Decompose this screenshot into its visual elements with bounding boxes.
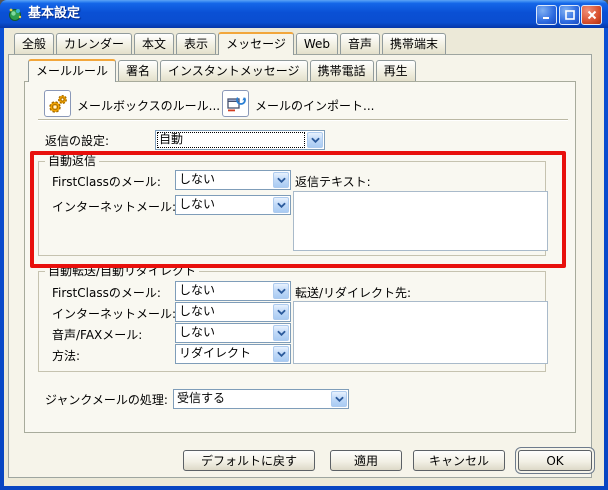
forward-internet-select[interactable]: しない <box>175 302 291 322</box>
maximize-button[interactable] <box>559 5 580 25</box>
forward-firstclass-select[interactable]: しない <box>175 281 291 301</box>
cancel-button[interactable]: キャンセル <box>413 450 505 471</box>
restore-defaults-button[interactable]: デフォルトに戻す <box>183 450 315 471</box>
forward-firstclass-value: しない <box>176 282 272 300</box>
close-button[interactable] <box>581 5 602 25</box>
tab-mobile-device[interactable]: 携帯端末 <box>382 33 446 54</box>
tab-signature[interactable]: 署名 <box>118 60 158 81</box>
tab-body-text[interactable]: 本文 <box>134 33 174 54</box>
mail-import-icon <box>225 93 247 115</box>
tab-display[interactable]: 表示 <box>176 33 216 54</box>
chevron-down-icon[interactable] <box>331 391 347 407</box>
tab-general[interactable]: 全般 <box>14 33 54 54</box>
junk-mail-value: 受信する <box>174 390 330 408</box>
tab-voice[interactable]: 音声 <box>340 33 380 54</box>
auto-reply-firstclass-value: しない <box>176 171 272 189</box>
mailbox-rules-button[interactable] <box>44 90 71 117</box>
minimize-button[interactable] <box>536 5 557 25</box>
minimize-icon <box>542 10 552 20</box>
internet-mail-label: インターネットメール: <box>52 200 176 214</box>
tab-calendar[interactable]: カレンダー <box>56 33 132 54</box>
outer-tab-bar: 全般 カレンダー 本文 表示 メッセージ Web 音声 携帯端末 <box>14 32 446 54</box>
auto-forward-group-title: 自動転送/自動リダイレクト <box>45 264 199 279</box>
voice-fax-mail-label: 音声/FAXメール: <box>52 328 142 342</box>
chevron-down-icon[interactable] <box>307 132 323 148</box>
close-icon <box>587 10 597 20</box>
tab-mobile-phone[interactable]: 携帯電話 <box>310 60 374 81</box>
reply-text-label: 返信テキスト: <box>295 175 371 189</box>
forward-internet-value: しない <box>176 303 272 321</box>
forward-voicefax-select[interactable]: しない <box>175 323 291 343</box>
ok-button[interactable]: OK <box>518 450 592 471</box>
auto-reply-group-title: 自動返信 <box>45 154 99 169</box>
reply-setting-select[interactable]: 自動 <box>155 130 325 150</box>
auto-reply-internet-value: しない <box>176 196 272 214</box>
chevron-down-icon[interactable] <box>273 325 289 341</box>
forward-destination-area[interactable] <box>293 301 548 364</box>
forward-method-select[interactable]: リダイレクト <box>175 344 291 364</box>
auto-reply-firstclass-select[interactable]: しない <box>175 170 291 190</box>
fwd-firstclass-mail-label: FirstClassのメール: <box>52 286 161 300</box>
mail-import-label: メールのインポート... <box>255 99 374 113</box>
app-icon <box>7 6 23 22</box>
auto-reply-internet-select[interactable]: しない <box>175 195 291 215</box>
titlebar: 基本設定 <box>0 0 608 28</box>
chevron-down-icon[interactable] <box>273 346 289 362</box>
chevron-down-icon[interactable] <box>273 197 289 213</box>
chevron-down-icon[interactable] <box>273 283 289 299</box>
tab-playback[interactable]: 再生 <box>376 60 416 81</box>
junk-mail-label: ジャンクメールの処理: <box>45 393 168 407</box>
toolbar-separator <box>38 119 568 121</box>
forward-voicefax-value: しない <box>176 324 272 342</box>
reply-setting-label: 返信の設定: <box>45 134 109 148</box>
forward-destination-label: 転送/リダイレクト先: <box>295 286 411 300</box>
window-title: 基本設定 <box>28 0 80 28</box>
firstclass-mail-label: FirstClassのメール: <box>52 175 161 189</box>
mailbox-rules-label: メールボックスのルール... <box>77 99 220 113</box>
tab-instant-messaging[interactable]: インスタントメッセージ <box>160 60 308 81</box>
method-label: 方法: <box>52 349 80 363</box>
preferences-window: 基本設定 全般 カレンダー 本文 表示 メッセージ Web 音声 携帯端末 メー… <box>0 0 608 490</box>
mail-import-button[interactable] <box>222 90 249 117</box>
reply-text-area[interactable] <box>293 191 548 251</box>
reply-setting-value: 自動 <box>156 131 306 149</box>
tab-messages[interactable]: メッセージ <box>218 32 294 55</box>
junk-mail-select[interactable]: 受信する <box>173 389 349 409</box>
tab-web[interactable]: Web <box>296 33 338 54</box>
tab-mail-rules[interactable]: メールルール <box>28 59 116 82</box>
forward-method-value: リダイレクト <box>176 345 272 363</box>
inner-tab-bar: メールルール 署名 インスタントメッセージ 携帯電話 再生 <box>28 59 416 81</box>
chevron-down-icon[interactable] <box>273 172 289 188</box>
apply-button[interactable]: 適用 <box>330 450 402 471</box>
chevron-down-icon[interactable] <box>273 304 289 320</box>
maximize-icon <box>565 10 575 20</box>
gears-icon <box>47 93 69 115</box>
fwd-internet-mail-label: インターネットメール: <box>52 307 176 321</box>
